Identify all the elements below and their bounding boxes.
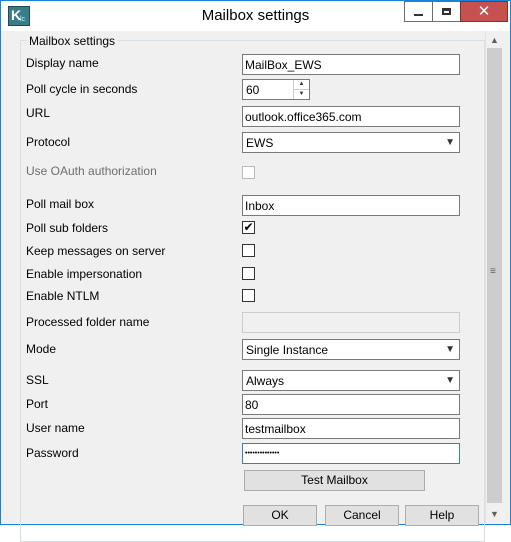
poll-cycle-label: Poll cycle in seconds	[26, 82, 138, 96]
chevron-down-icon: ▼	[445, 344, 455, 355]
stepper-up-icon[interactable]: ▲	[294, 80, 309, 90]
ntlm-label: Enable NTLM	[26, 289, 100, 303]
mode-value: Single Instance	[246, 343, 329, 357]
user-name-label: User name	[26, 421, 85, 435]
poll-mailbox-input[interactable]: Inbox	[242, 195, 460, 216]
oauth-label: Use OAuth authorization	[26, 164, 157, 178]
checkmark-icon: ✔	[243, 220, 254, 234]
title-bar[interactable]: Klc Mailbox settings ✕	[1, 1, 510, 31]
mode-select[interactable]: Single Instance ▼	[242, 339, 460, 360]
close-icon: ✕	[477, 3, 491, 20]
port-input[interactable]: 80	[242, 394, 460, 415]
poll-cycle-stepper[interactable]: 60 ▲ ▼	[242, 79, 310, 100]
dialog-client-area: Mailbox settings Display name MailBox_EW…	[7, 31, 505, 542]
protocol-value: EWS	[246, 136, 274, 150]
port-label: Port	[26, 397, 49, 411]
scroll-down-icon[interactable]: ▼	[490, 509, 499, 519]
poll-subfolders-checkbox[interactable]: ✔	[242, 221, 255, 234]
ssl-select[interactable]: Always ▼	[242, 370, 460, 391]
impersonation-checkbox[interactable]	[242, 267, 255, 280]
ok-button[interactable]: OK	[243, 505, 317, 526]
user-name-input[interactable]: testmailbox	[242, 418, 460, 439]
poll-subfolders-label: Poll sub folders	[26, 221, 109, 235]
scroll-grip-icon: ≡	[490, 266, 496, 277]
stepper-arrows: ▲ ▼	[293, 80, 309, 99]
ntlm-checkbox[interactable]	[242, 289, 255, 302]
processed-folder-input	[242, 312, 460, 333]
processed-folder-label: Processed folder name	[26, 315, 150, 329]
mode-label: Mode	[26, 342, 57, 356]
protocol-select[interactable]: EWS ▼	[242, 132, 460, 153]
mailbox-settings-window: Klc Mailbox settings ✕ Mailbox settings …	[0, 0, 511, 542]
maximize-button[interactable]	[432, 1, 461, 22]
cancel-button[interactable]: Cancel	[325, 505, 399, 526]
maximize-icon	[442, 8, 451, 15]
oauth-checkbox	[242, 166, 255, 179]
vertical-scrollbar[interactable]: ▲ ≡ ▼	[485, 31, 503, 523]
group-title: Mailbox settings	[27, 34, 118, 48]
stepper-down-icon[interactable]: ▼	[294, 90, 309, 99]
minimize-icon	[414, 13, 423, 16]
chevron-down-icon: ▼	[445, 137, 455, 148]
keep-messages-label: Keep messages on server	[26, 244, 166, 258]
password-label: Password	[26, 446, 79, 460]
minimize-button[interactable]	[404, 1, 433, 22]
poll-mailbox-label: Poll mail box	[26, 197, 95, 211]
keep-messages-checkbox[interactable]	[242, 244, 255, 257]
ssl-label: SSL	[26, 373, 49, 387]
close-button[interactable]: ✕	[460, 1, 508, 22]
display-name-label: Display name	[26, 56, 99, 70]
test-mailbox-button[interactable]: Test Mailbox	[244, 470, 425, 491]
url-label: URL	[26, 106, 51, 120]
display-name-input[interactable]: MailBox_EWS	[242, 54, 460, 75]
chevron-down-icon: ▼	[445, 375, 455, 386]
impersonation-label: Enable impersonation	[26, 267, 143, 281]
ssl-value: Always	[246, 374, 285, 388]
help-button[interactable]: Help	[405, 505, 479, 526]
protocol-label: Protocol	[26, 135, 71, 149]
scroll-up-icon[interactable]: ▲	[490, 35, 499, 45]
url-input[interactable]: outlook.office365.com	[242, 106, 460, 127]
poll-cycle-value: 60	[246, 83, 260, 97]
password-input[interactable]: ••••••••••••••	[242, 443, 460, 464]
